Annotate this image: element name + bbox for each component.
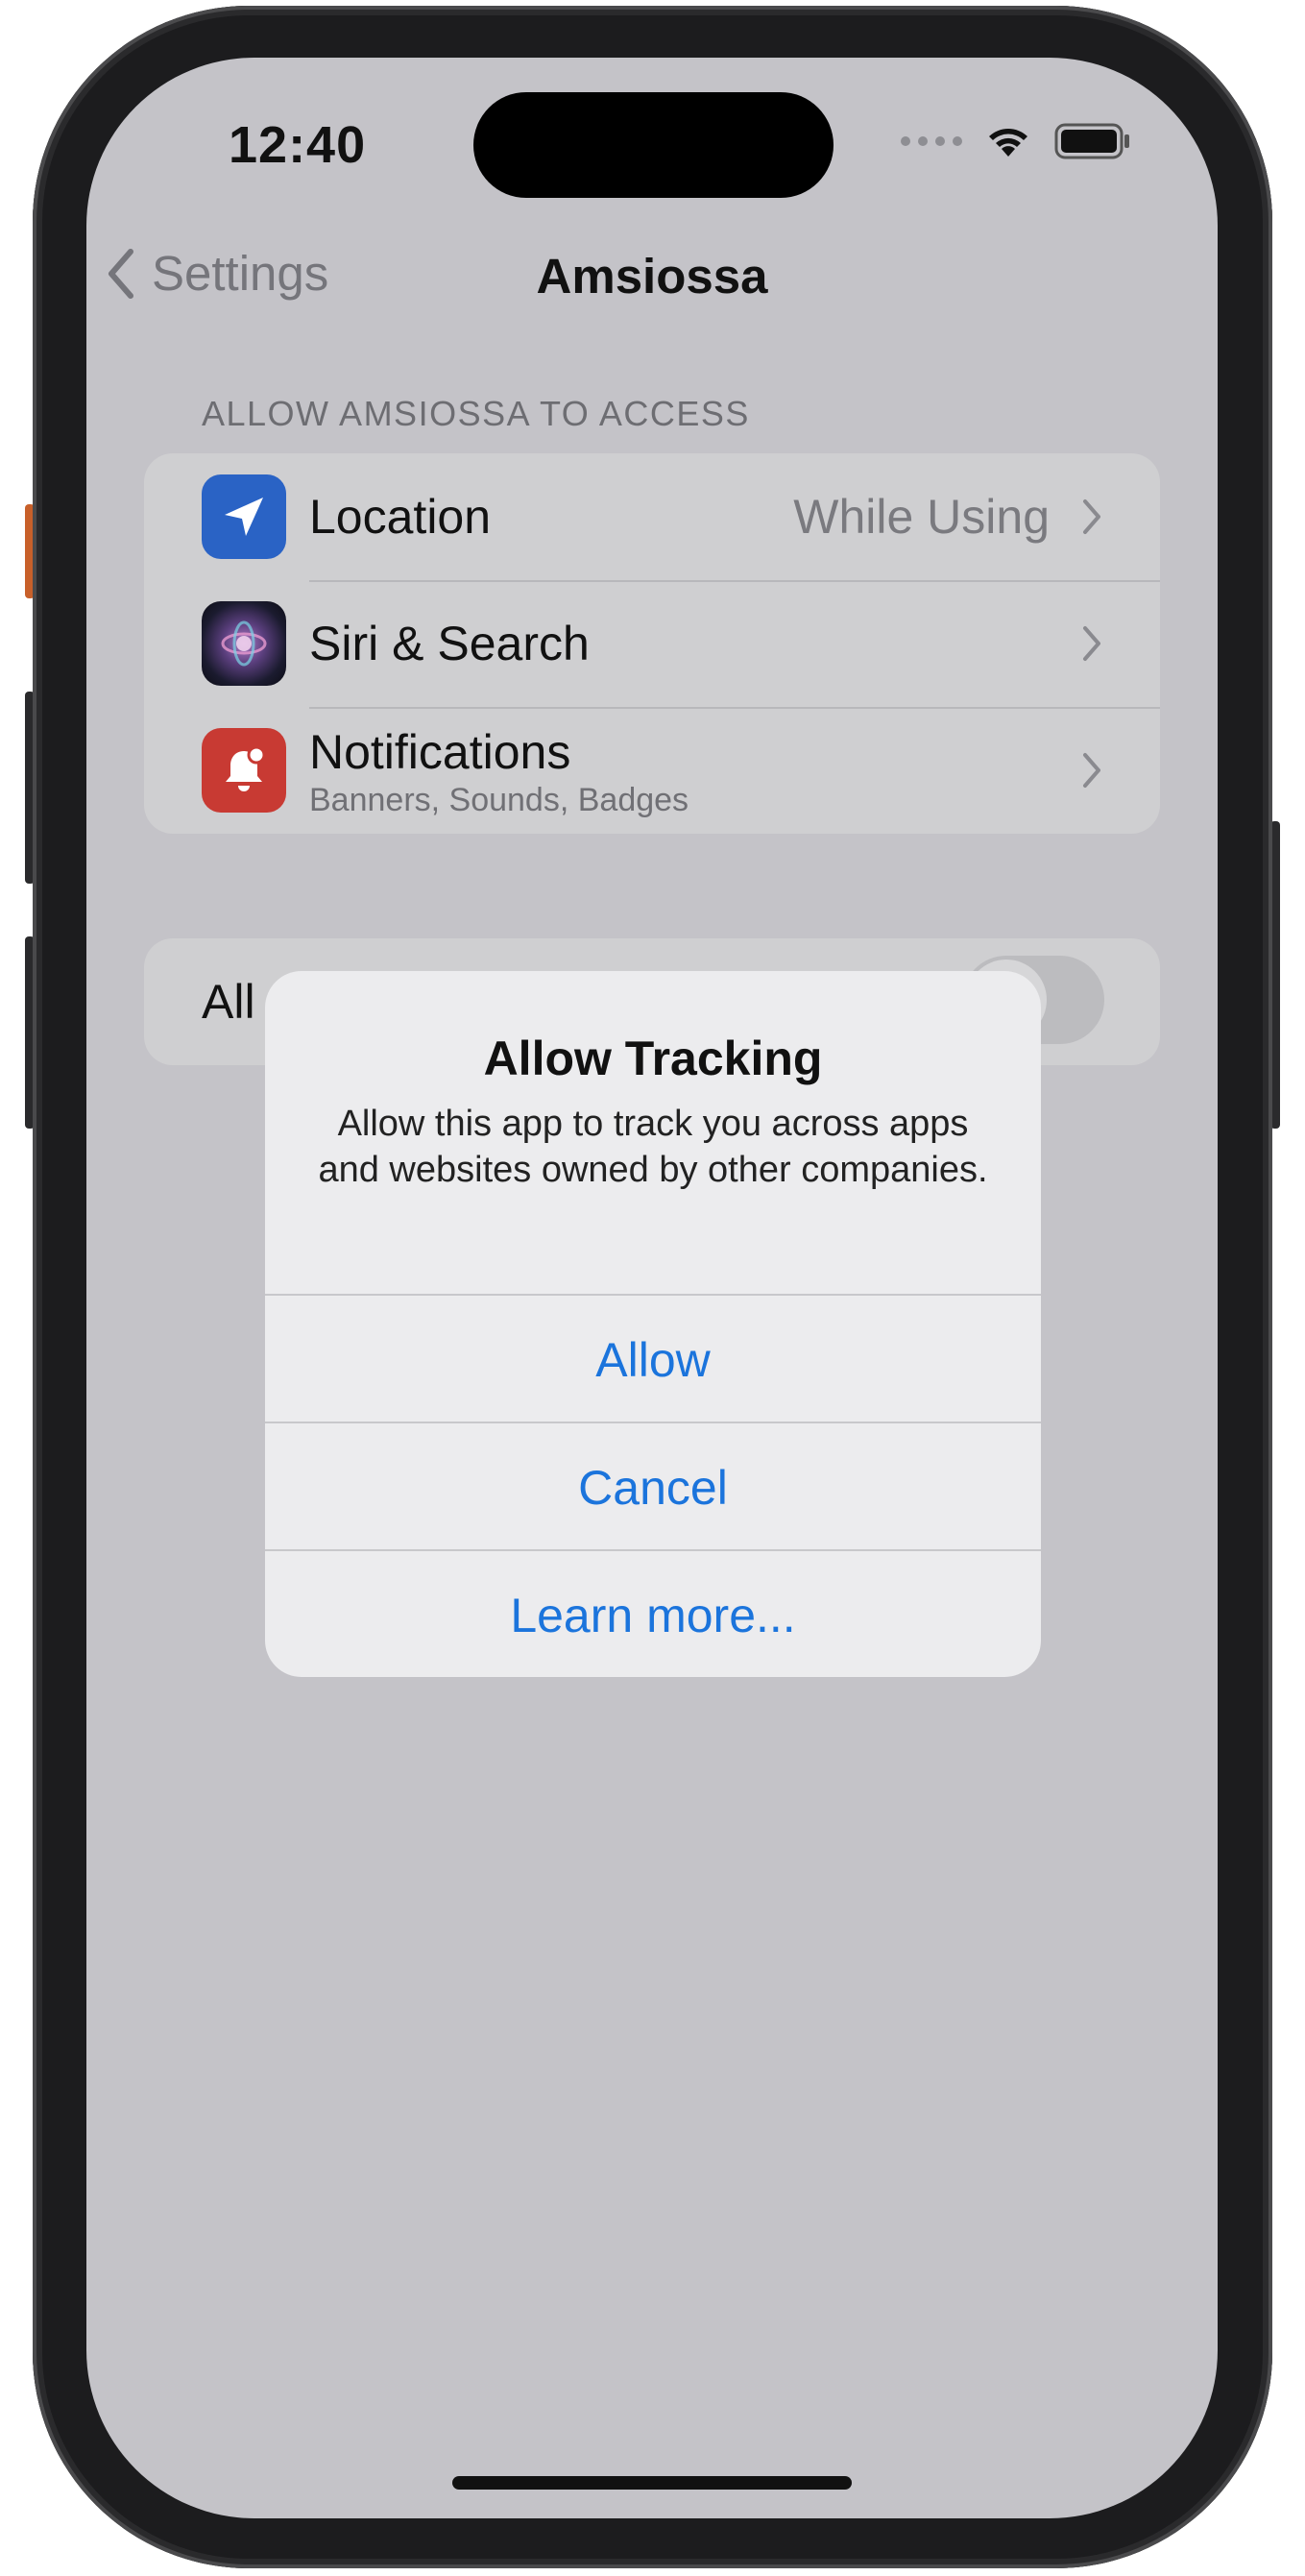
page-title: Amsiossa: [536, 249, 768, 304]
chevron-right-icon: [1083, 626, 1100, 661]
location-arrow-icon: [202, 474, 286, 559]
wifi-icon: [985, 124, 1031, 158]
allow-button[interactable]: Allow: [265, 1294, 1041, 1423]
row-label: Location: [309, 490, 492, 544]
cancel-button[interactable]: Cancel: [265, 1422, 1041, 1551]
row-notifications[interactable]: Notifications Banners, Sounds, Badges: [144, 707, 1160, 834]
home-indicator[interactable]: [452, 2476, 852, 2490]
notification-bell-icon: [202, 728, 286, 813]
row-value: While Using: [793, 490, 1050, 544]
alert-message: Allow this app to track you across apps …: [318, 1104, 988, 1190]
siri-icon: [202, 601, 286, 686]
alert-title: Allow Tracking: [483, 1032, 823, 1085]
cellular-signal-icon: [901, 136, 962, 146]
permissions-group: Location While Using Siri & Search Notif…: [144, 453, 1160, 834]
row-label: Siri & Search: [309, 617, 590, 670]
row-siri-search[interactable]: Siri & Search: [144, 580, 1160, 707]
row-sublabel: Banners, Sounds, Badges: [309, 782, 689, 818]
chevron-right-icon: [1083, 753, 1100, 788]
row-location[interactable]: Location While Using: [144, 453, 1160, 580]
dynamic-island: [473, 92, 834, 198]
learn-more-button[interactable]: Learn more...: [265, 1549, 1041, 1677]
row-label: Notifications: [309, 725, 571, 779]
row-label: All: [202, 975, 255, 1029]
tracking-alert: Allow Tracking Allow this app to track y…: [265, 971, 1041, 1677]
chevron-right-icon: [1083, 499, 1100, 534]
status-icons: [901, 123, 1131, 159]
phone-screen: 12:40 Settings Amsiossa ALLOW AMSIOSSA T…: [86, 58, 1218, 2518]
battery-icon: [1054, 123, 1131, 159]
section-header: ALLOW AMSIOSSA TO ACCESS: [202, 394, 750, 433]
status-time: 12:40: [229, 116, 367, 174]
